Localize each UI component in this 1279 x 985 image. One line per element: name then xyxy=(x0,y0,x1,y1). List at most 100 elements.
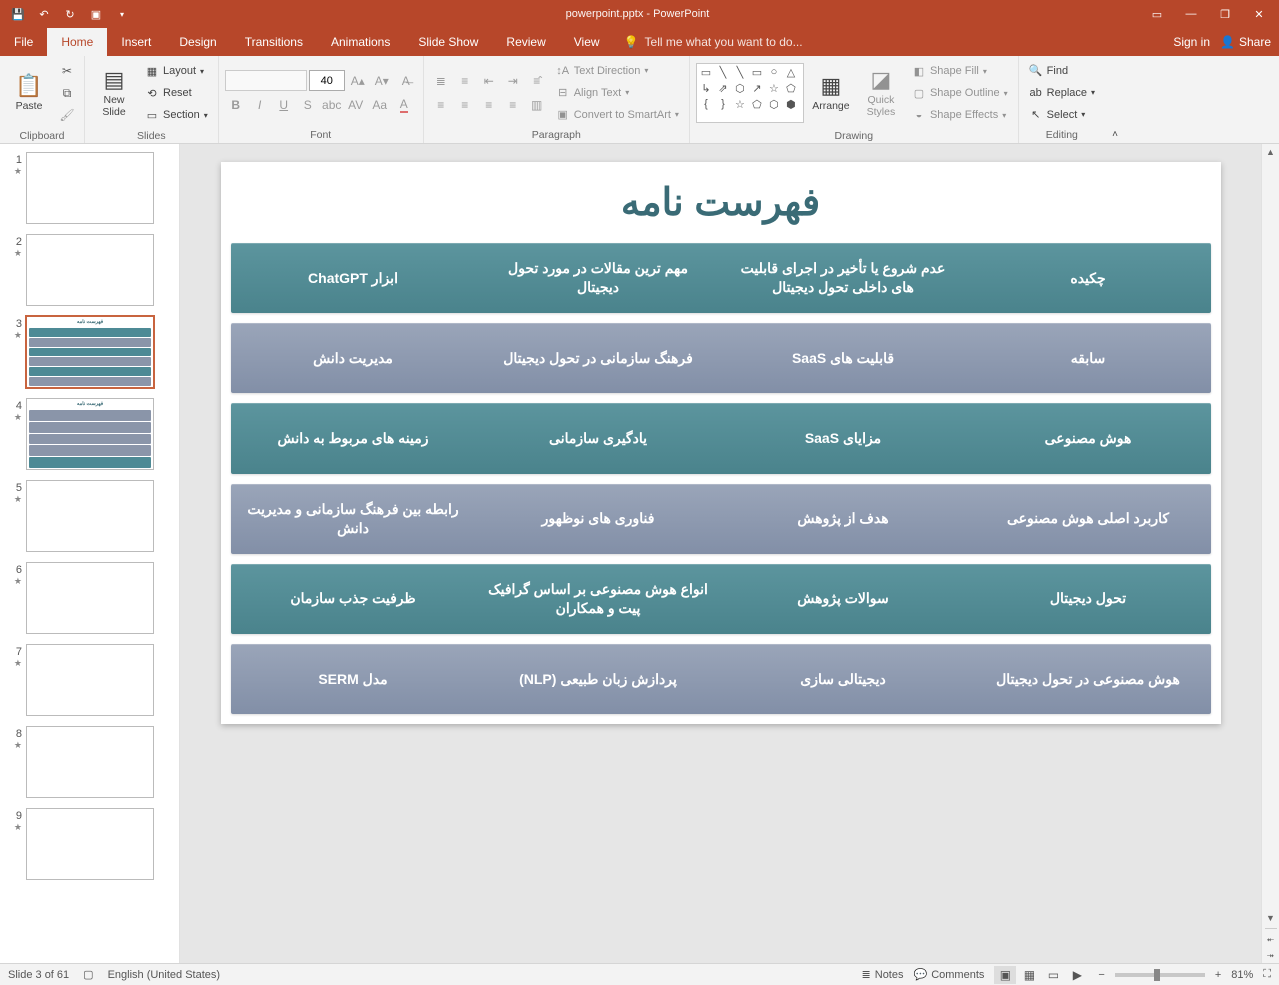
shadow-icon[interactable]: abc xyxy=(321,95,343,115)
zoom-level[interactable]: 81% xyxy=(1231,969,1253,981)
shape-outline-button[interactable]: ▢Shape Outline ▾ xyxy=(908,83,1012,103)
fit-to-window-icon[interactable]: ⛶ xyxy=(1263,968,1271,981)
line-spacing-icon[interactable]: ≡̂ xyxy=(526,71,548,91)
notes-button[interactable]: ≣Notes xyxy=(862,968,904,981)
toc-cell[interactable]: پردازش زبان طبیعی (NLP) xyxy=(476,644,721,714)
section-button[interactable]: ▭Section ▾ xyxy=(141,105,212,125)
italic-icon[interactable]: I xyxy=(249,95,271,115)
toc-cell[interactable]: کاربرد اصلی هوش مصنوعی xyxy=(966,484,1211,554)
slide-counter[interactable]: Slide 3 of 61 xyxy=(8,969,69,981)
restore-icon[interactable]: ❐ xyxy=(1209,2,1241,26)
share-button[interactable]: 👤 Share xyxy=(1220,35,1271,49)
next-slide-icon[interactable]: ⯮ xyxy=(1262,947,1279,963)
tab-slideshow[interactable]: Slide Show xyxy=(404,28,492,56)
toc-cell[interactable]: فناوری های نوظهور xyxy=(476,484,721,554)
thumbnail-preview[interactable]: فهرست نامه xyxy=(26,398,154,470)
toc-cell[interactable]: فرهنگ سازمانی در تحول دیجیتال xyxy=(476,323,721,393)
clear-formatting-icon[interactable]: A̶ xyxy=(395,71,417,91)
reading-view-icon[interactable]: ▭ xyxy=(1042,966,1064,984)
reset-button[interactable]: ⟲Reset xyxy=(141,83,212,103)
cut-icon[interactable]: ✂ xyxy=(56,61,78,81)
ribbon-display-options-icon[interactable]: ▭ xyxy=(1141,2,1173,26)
thumbnail-preview[interactable] xyxy=(26,234,154,306)
qat-customize-icon[interactable]: ▾ xyxy=(110,2,134,26)
save-icon[interactable]: 💾 xyxy=(6,2,30,26)
tab-transitions[interactable]: Transitions xyxy=(231,28,317,56)
toc-cell[interactable]: رابطه بین فرهنگ سازمانی و مدیریت دانش xyxy=(231,484,476,554)
toc-cell[interactable]: ابزار ChatGPT xyxy=(231,243,476,313)
slide-canvas[interactable]: فهرست نامه چکیدهعدم شروع یا تأخیر در اجر… xyxy=(180,144,1261,963)
align-text-button[interactable]: ⊟Align Text ▾ xyxy=(552,83,683,103)
quick-styles-button[interactable]: ◪ Quick Styles xyxy=(858,60,904,126)
toc-cell[interactable]: مهم ترین مقالات در مورد تحول دیجیتال xyxy=(476,243,721,313)
paste-button[interactable]: 📋 Paste xyxy=(6,60,52,126)
shape-fill-button[interactable]: ◧Shape Fill ▾ xyxy=(908,61,1012,81)
numbering-icon[interactable]: ≡ xyxy=(454,71,476,91)
toc-cell[interactable]: هوش مصنوعی در تحول دیجیتال xyxy=(966,644,1211,714)
prev-slide-icon[interactable]: ⯬ xyxy=(1262,931,1279,947)
tab-animations[interactable]: Animations xyxy=(317,28,404,56)
tab-view[interactable]: View xyxy=(560,28,614,56)
arrange-button[interactable]: ▦ Arrange xyxy=(808,60,854,126)
toc-cell[interactable]: مدل SERM xyxy=(231,644,476,714)
toc-cell[interactable]: هدف از پژوهش xyxy=(721,484,966,554)
decrease-font-icon[interactable]: A▾ xyxy=(371,71,393,91)
find-button[interactable]: 🔍Find xyxy=(1025,61,1099,81)
toc-cell[interactable]: مدیریت دانش xyxy=(231,323,476,393)
decrease-indent-icon[interactable]: ⇤ xyxy=(478,71,500,91)
font-size-input[interactable] xyxy=(309,70,345,91)
toc-cell[interactable]: انواع هوش مصنوعی بر اساس گرافیک پیت و هم… xyxy=(476,564,721,634)
thumbnail-preview[interactable] xyxy=(26,152,154,224)
bullets-icon[interactable]: ≣ xyxy=(430,71,452,91)
toc-cell[interactable]: سابقه xyxy=(966,323,1211,393)
align-left-icon[interactable]: ≡ xyxy=(430,95,452,115)
convert-smartart-button[interactable]: ▣Convert to SmartArt ▾ xyxy=(552,105,683,125)
scroll-down-icon[interactable]: ▼ xyxy=(1262,910,1279,926)
spellcheck-icon[interactable]: ▢ xyxy=(83,968,93,981)
sorter-view-icon[interactable]: ▦ xyxy=(1018,966,1040,984)
toc-cell[interactable]: تحول دیجیتال xyxy=(966,564,1211,634)
signin-button[interactable]: Sign in xyxy=(1173,35,1210,49)
underline-icon[interactable]: U xyxy=(273,95,295,115)
shape-effects-button[interactable]: ◒Shape Effects ▾ xyxy=(908,105,1012,125)
thumbnail-preview[interactable] xyxy=(26,644,154,716)
zoom-out-icon[interactable]: − xyxy=(1098,969,1104,981)
zoom-in-icon[interactable]: + xyxy=(1215,969,1221,981)
shapes-gallery[interactable]: ▭╲╲▭○△ ↳⇗⬡↗☆⬠ {}☆⬠⬡⬢ xyxy=(696,63,804,123)
align-right-icon[interactable]: ≡ xyxy=(478,95,500,115)
slideshow-view-icon[interactable]: ▶ xyxy=(1066,966,1088,984)
normal-view-icon[interactable]: ▣ xyxy=(994,966,1016,984)
toc-cell[interactable]: عدم شروع یا تأخیر در اجرای قابلیت های دا… xyxy=(721,243,966,313)
toc-cell[interactable]: چکیده xyxy=(966,243,1211,313)
toc-cell[interactable]: قابلیت های SaaS xyxy=(721,323,966,393)
replace-button[interactable]: abReplace ▾ xyxy=(1025,83,1099,103)
select-button[interactable]: ↖Select ▾ xyxy=(1025,105,1099,125)
redo-icon[interactable]: ↻ xyxy=(58,2,82,26)
thumbnail-preview[interactable] xyxy=(26,480,154,552)
tab-file[interactable]: File xyxy=(0,28,47,56)
align-center-icon[interactable]: ≡ xyxy=(454,95,476,115)
toc-cell[interactable]: دیجیتالی سازی xyxy=(721,644,966,714)
font-family-input[interactable] xyxy=(225,70,307,91)
thumbnail-preview[interactable] xyxy=(26,726,154,798)
change-case-icon[interactable]: Aa xyxy=(369,95,391,115)
comments-button[interactable]: 💬Comments xyxy=(914,968,985,981)
toc-cell[interactable]: ظرفیت جذب سازمان xyxy=(231,564,476,634)
start-from-beginning-icon[interactable]: ▣ xyxy=(84,2,108,26)
strikethrough-icon[interactable]: S xyxy=(297,95,319,115)
justify-icon[interactable]: ≡ xyxy=(502,95,524,115)
toc-cell[interactable]: هوش مصنوعی xyxy=(966,403,1211,473)
scroll-up-icon[interactable]: ▲ xyxy=(1262,144,1279,160)
thumbnail-preview[interactable]: فهرست نامه xyxy=(26,316,154,388)
close-icon[interactable]: ✕ xyxy=(1243,2,1275,26)
zoom-slider[interactable] xyxy=(1115,973,1205,977)
tab-insert[interactable]: Insert xyxy=(107,28,165,56)
increase-font-icon[interactable]: A▴ xyxy=(347,71,369,91)
toc-cell[interactable]: مزایای SaaS xyxy=(721,403,966,473)
increase-indent-icon[interactable]: ⇥ xyxy=(502,71,524,91)
undo-icon[interactable]: ↶ xyxy=(32,2,56,26)
format-painter-icon[interactable]: 🖌 xyxy=(56,105,78,125)
layout-button[interactable]: ▦Layout ▾ xyxy=(141,61,212,81)
bold-icon[interactable]: B xyxy=(225,95,247,115)
toc-cell[interactable]: یادگیری سازمانی xyxy=(476,403,721,473)
